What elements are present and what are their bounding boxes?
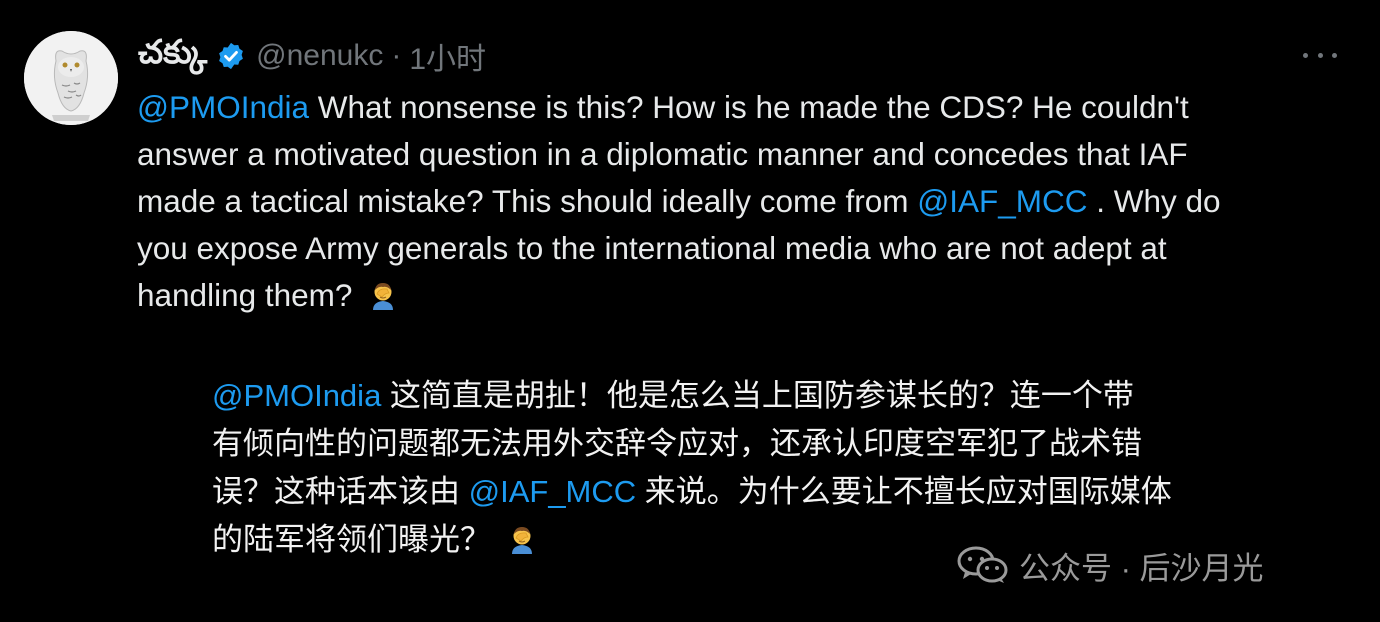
translation-block: @PMOIndia 这简直是胡扯！他是怎么当上国防参谋长的？连一个带 有倾向性的… [212, 372, 1272, 564]
author-handle[interactable]: @nenukc [256, 39, 383, 73]
tweet-timestamp[interactable]: 1小时 [409, 34, 486, 78]
wechat-logo-icon [957, 545, 1009, 585]
tweet-text-segment: What nonsense is this? How is he made th… [309, 89, 1189, 125]
translation-text-segment: 这简直是胡扯！他是怎么当上国防参谋长的？连一个带 [381, 378, 1134, 413]
translation-text-segment: 来说。为什么要让不擅长应对国际媒体 [636, 474, 1172, 509]
verified-badge-icon [216, 41, 246, 71]
author-display-name[interactable]: చక్కు [138, 33, 207, 79]
tweet-line: handling them? [137, 272, 1362, 319]
translation-line: 误？这种话本该由 @IAF_MCC 来说。为什么要让不擅长应对国际媒体 [212, 468, 1272, 516]
tweet-text-segment: . Why do [1087, 183, 1221, 219]
mention-iaf-mcc[interactable]: @IAF_MCC [917, 183, 1087, 219]
tweet-header: చక్కు @nenukc · 1小时 [138, 33, 486, 79]
translation-text-segment: 的陆军将领们曝光？ [212, 522, 500, 557]
tweet-body: @PMOIndia What nonsense is this? How is … [137, 84, 1362, 319]
translation-text-segment: 有倾向性的问题都无法用外交辞令应对，还承认印度空军犯了战术错 [212, 426, 1142, 461]
more-options-icon[interactable] [1303, 45, 1337, 65]
facepalm-emoji-icon [506, 522, 538, 554]
watermark-text: 公众号 · 后沙月光 [1019, 550, 1264, 586]
facepalm-emoji-icon [367, 278, 399, 310]
tweet-line: answer a motivated question in a diploma… [137, 131, 1362, 178]
tweet-text-segment: answer a motivated question in a diploma… [137, 136, 1188, 172]
tweet-line: @PMOIndia What nonsense is this? How is … [137, 84, 1362, 131]
tweet-line: made a tactical mistake? This should ide… [137, 178, 1362, 225]
owl-avatar-image [24, 31, 118, 125]
header-separator: · [391, 39, 402, 72]
mention-iaf-mcc-translated[interactable]: @IAF_MCC [469, 474, 637, 509]
avatar[interactable] [24, 31, 118, 125]
tweet-line: you expose Army generals to the internat… [137, 225, 1362, 272]
mention-pmoindia[interactable]: @PMOIndia [137, 89, 309, 125]
tweet-text-segment: you expose Army generals to the internat… [137, 230, 1167, 266]
translation-line: 有倾向性的问题都无法用外交辞令应对，还承认印度空军犯了战术错 [212, 420, 1272, 468]
tweet-text-segment: handling them? [137, 277, 362, 313]
watermark: 公众号 · 后沙月光 [957, 543, 1264, 587]
mention-pmoindia-translated[interactable]: @PMOIndia [212, 378, 381, 413]
translation-text-segment: 误？这种话本该由 [212, 474, 469, 509]
translation-line: @PMOIndia 这简直是胡扯！他是怎么当上国防参谋长的？连一个带 [212, 372, 1272, 420]
tweet-text-segment: made a tactical mistake? This should ide… [137, 183, 918, 219]
